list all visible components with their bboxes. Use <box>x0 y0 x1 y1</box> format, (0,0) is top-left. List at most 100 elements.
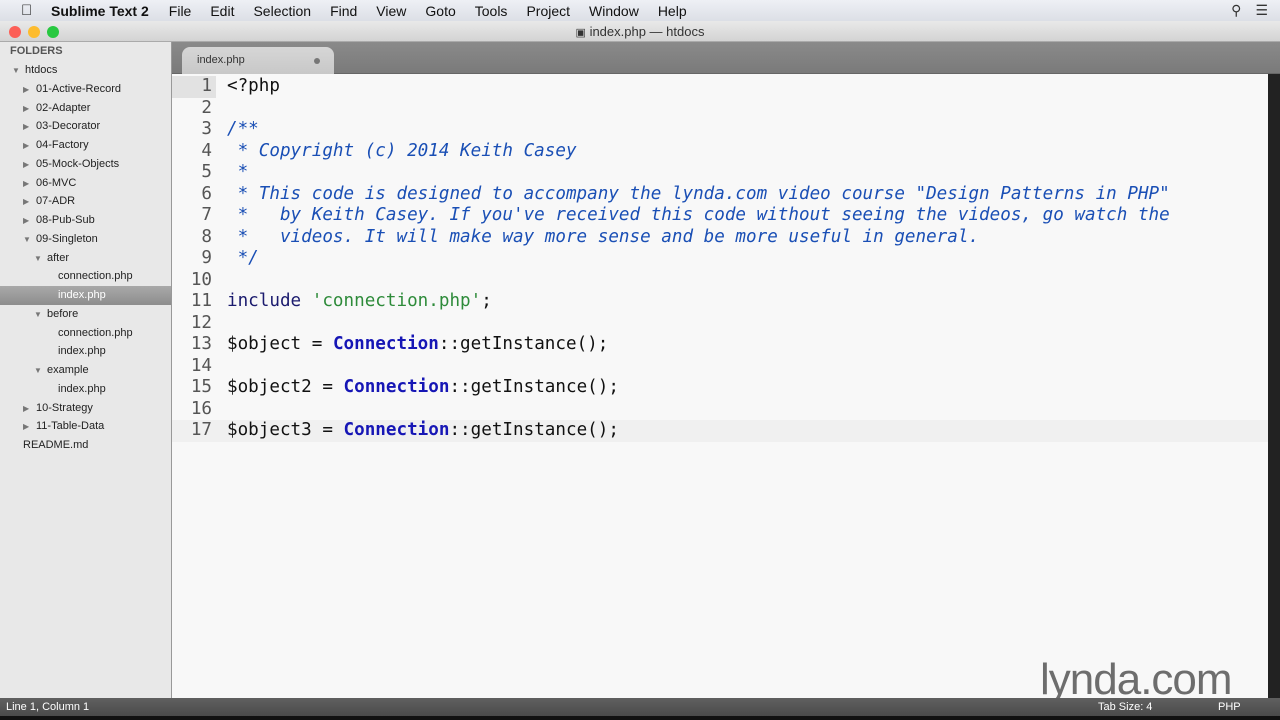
line-number: 12 <box>190 312 212 333</box>
disclosure-open-icon[interactable]: ▼ <box>23 231 33 250</box>
disclosure-closed-icon[interactable]: ▶ <box>23 118 33 137</box>
tree-item-label: 05-Mock-Objects <box>36 157 120 170</box>
tree-item[interactable]: index.php <box>0 380 171 399</box>
tree-item[interactable]: ▶ 04-Factory <box>0 136 171 155</box>
title-bar: ▣ index.php — htdocs <box>0 21 1280 42</box>
tree-item[interactable]: index.php <box>0 286 171 305</box>
tree-item[interactable]: ▶ 06-MVC <box>0 174 171 193</box>
line-number: 16 <box>190 398 212 419</box>
code-line: 12 <box>172 313 1268 335</box>
menu-items: File Edit Selection Find View Goto Tools Projec… <box>169 3 706 19</box>
disclosure-open-icon[interactable]: ▼ <box>34 250 44 269</box>
menu-selection[interactable]: Selection <box>253 3 311 19</box>
tab-index-php[interactable]: index.php <box>182 47 334 74</box>
app-menu[interactable]: Sublime Text 2 <box>51 3 149 19</box>
tree-item[interactable]: ▼ after <box>0 249 171 268</box>
line-number: 17 <box>190 420 212 440</box>
menu-view[interactable]: View <box>376 3 406 19</box>
disclosure-closed-icon[interactable]: ▶ <box>23 400 33 419</box>
tree-item[interactable]: connection.php <box>0 267 171 286</box>
minimize-window-button[interactable] <box>28 26 40 38</box>
apple-icon[interactable]:  <box>21 2 37 19</box>
code-line: 5 * <box>172 162 1268 184</box>
line-text: * by Keith Casey. If you've received thi… <box>227 205 1170 227</box>
tree-item[interactable]: ▶ 11-Table-Data <box>0 417 171 436</box>
disclosure-open-icon[interactable]: ▼ <box>12 62 22 81</box>
unsaved-dot-icon[interactable] <box>314 58 320 64</box>
spotlight-search-icon[interactable]: ⚲ <box>1231 2 1241 19</box>
disclosure-closed-icon[interactable]: ▶ <box>23 212 33 231</box>
menu-window[interactable]: Window <box>589 3 639 19</box>
code-line: 13 $object = Connection::getInstance(); <box>172 334 1268 356</box>
folder-tree: ▼ htdocs ▶ 01-Active-Record ▶ 02-Adapter ▶ 03-D… <box>0 61 171 455</box>
code-line: 17 $object3 = Connection::getInstance(); <box>172 420 1268 442</box>
line-number: 3 <box>201 119 212 139</box>
line-number: 14 <box>190 355 212 376</box>
tree-item-label: 03-Decorator <box>36 120 101 133</box>
tree-item[interactable]: connection.php <box>0 324 171 343</box>
tree-item[interactable]: ▶ 03-Decorator <box>0 117 171 136</box>
notification-center-icon[interactable]: ☰ <box>1255 2 1268 19</box>
tree-item[interactable]: README.md <box>0 436 171 455</box>
disclosure-closed-icon[interactable]: ▶ <box>23 175 33 194</box>
menu-project[interactable]: Project <box>526 3 570 19</box>
token-plain: ::getInstance(); <box>449 377 619 397</box>
disclosure-open-icon[interactable]: ▼ <box>34 362 44 381</box>
disclosure-closed-icon[interactable]: ▶ <box>23 418 33 437</box>
token-comment: * by Keith Casey. If you've received thi… <box>227 205 1170 225</box>
disclosure-open-icon[interactable]: ▼ <box>34 306 44 325</box>
tree-item[interactable]: ▶ 10-Strategy <box>0 399 171 418</box>
tree-item[interactable]: index.php <box>0 342 171 361</box>
tree-item[interactable]: ▶ 07-ADR <box>0 192 171 211</box>
token-kw: include <box>227 291 302 311</box>
tree-item[interactable]: ▼ htdocs <box>0 61 171 80</box>
disclosure-closed-icon[interactable]: ▶ <box>23 81 33 100</box>
tree-item-label: 04-Factory <box>36 139 89 151</box>
scrollbar[interactable] <box>1268 74 1280 698</box>
tree-item[interactable]: ▶ 01-Active-Record <box>0 80 171 99</box>
tree-item[interactable]: ▶ 08-Pub-Sub <box>0 211 171 230</box>
line-number: 1 <box>172 76 216 98</box>
token-comment: /** <box>227 119 259 139</box>
code-line: 7 * by Keith Casey. If you've received t… <box>172 205 1268 227</box>
close-window-button[interactable] <box>9 26 21 38</box>
menu-find[interactable]: Find <box>330 3 357 19</box>
line-text: * Copyright (c) 2014 Keith Casey <box>227 141 577 163</box>
tree-item[interactable]: ▼ example <box>0 361 171 380</box>
menu-tools[interactable]: Tools <box>475 3 508 19</box>
disclosure-closed-icon[interactable]: ▶ <box>23 137 33 156</box>
disclosure-closed-icon[interactable]: ▶ <box>23 100 33 119</box>
menu-file[interactable]: File <box>169 3 192 19</box>
line-number: 13 <box>190 334 212 354</box>
cursor-position: Line 1, Column 1 <box>6 701 90 713</box>
menu-goto[interactable]: Goto <box>425 3 455 19</box>
tree-item-label: 10-Strategy <box>36 401 93 414</box>
syntax-selector[interactable]: PHP <box>1218 698 1241 716</box>
tree-item-label: 02-Adapter <box>36 101 91 114</box>
zoom-window-button[interactable] <box>47 26 59 38</box>
tree-item[interactable]: ▶ 02-Adapter <box>0 99 171 118</box>
tree-item-label: before <box>47 307 79 320</box>
tree-item-label: index.php <box>58 345 106 358</box>
disclosure-closed-icon[interactable]: ▶ <box>23 193 33 212</box>
code-lines: 1 <?php 2 3/** 4 * Copyright (c) 2014 Keith … <box>172 76 1268 442</box>
disclosure-closed-icon[interactable]: ▶ <box>23 156 33 175</box>
tree-item-label: 06-MVC <box>36 176 77 189</box>
tree-item[interactable]: ▼ 09-Singleton <box>0 230 171 249</box>
line-text: $object3 = Connection::getInstance(); <box>227 420 619 442</box>
token-plain: ::getInstance(); <box>449 420 619 440</box>
line-text: */ <box>227 248 259 270</box>
tab-label: index.php <box>197 54 245 66</box>
tab-size-selector[interactable]: Tab Size: 4 <box>1098 698 1152 716</box>
tree-item[interactable]: ▶ 05-Mock-Objects <box>0 155 171 174</box>
menu-help[interactable]: Help <box>658 3 687 19</box>
menu-edit[interactable]: Edit <box>210 3 234 19</box>
code-line: 2 <box>172 98 1268 120</box>
code-line: 6 * This code is designed to accompany t… <box>172 184 1268 206</box>
window-title: index.php — htdocs <box>589 24 705 39</box>
code-editor[interactable]: 1 <?php 2 3/** 4 * Copyright (c) 2014 Keith … <box>172 74 1268 698</box>
token-comment: * Copyright (c) 2014 Keith Casey <box>227 140 577 161</box>
line-number: 10 <box>190 269 212 290</box>
code-line: 1 <?php <box>172 76 1268 98</box>
tree-item[interactable]: ▼ before <box>0 305 171 324</box>
